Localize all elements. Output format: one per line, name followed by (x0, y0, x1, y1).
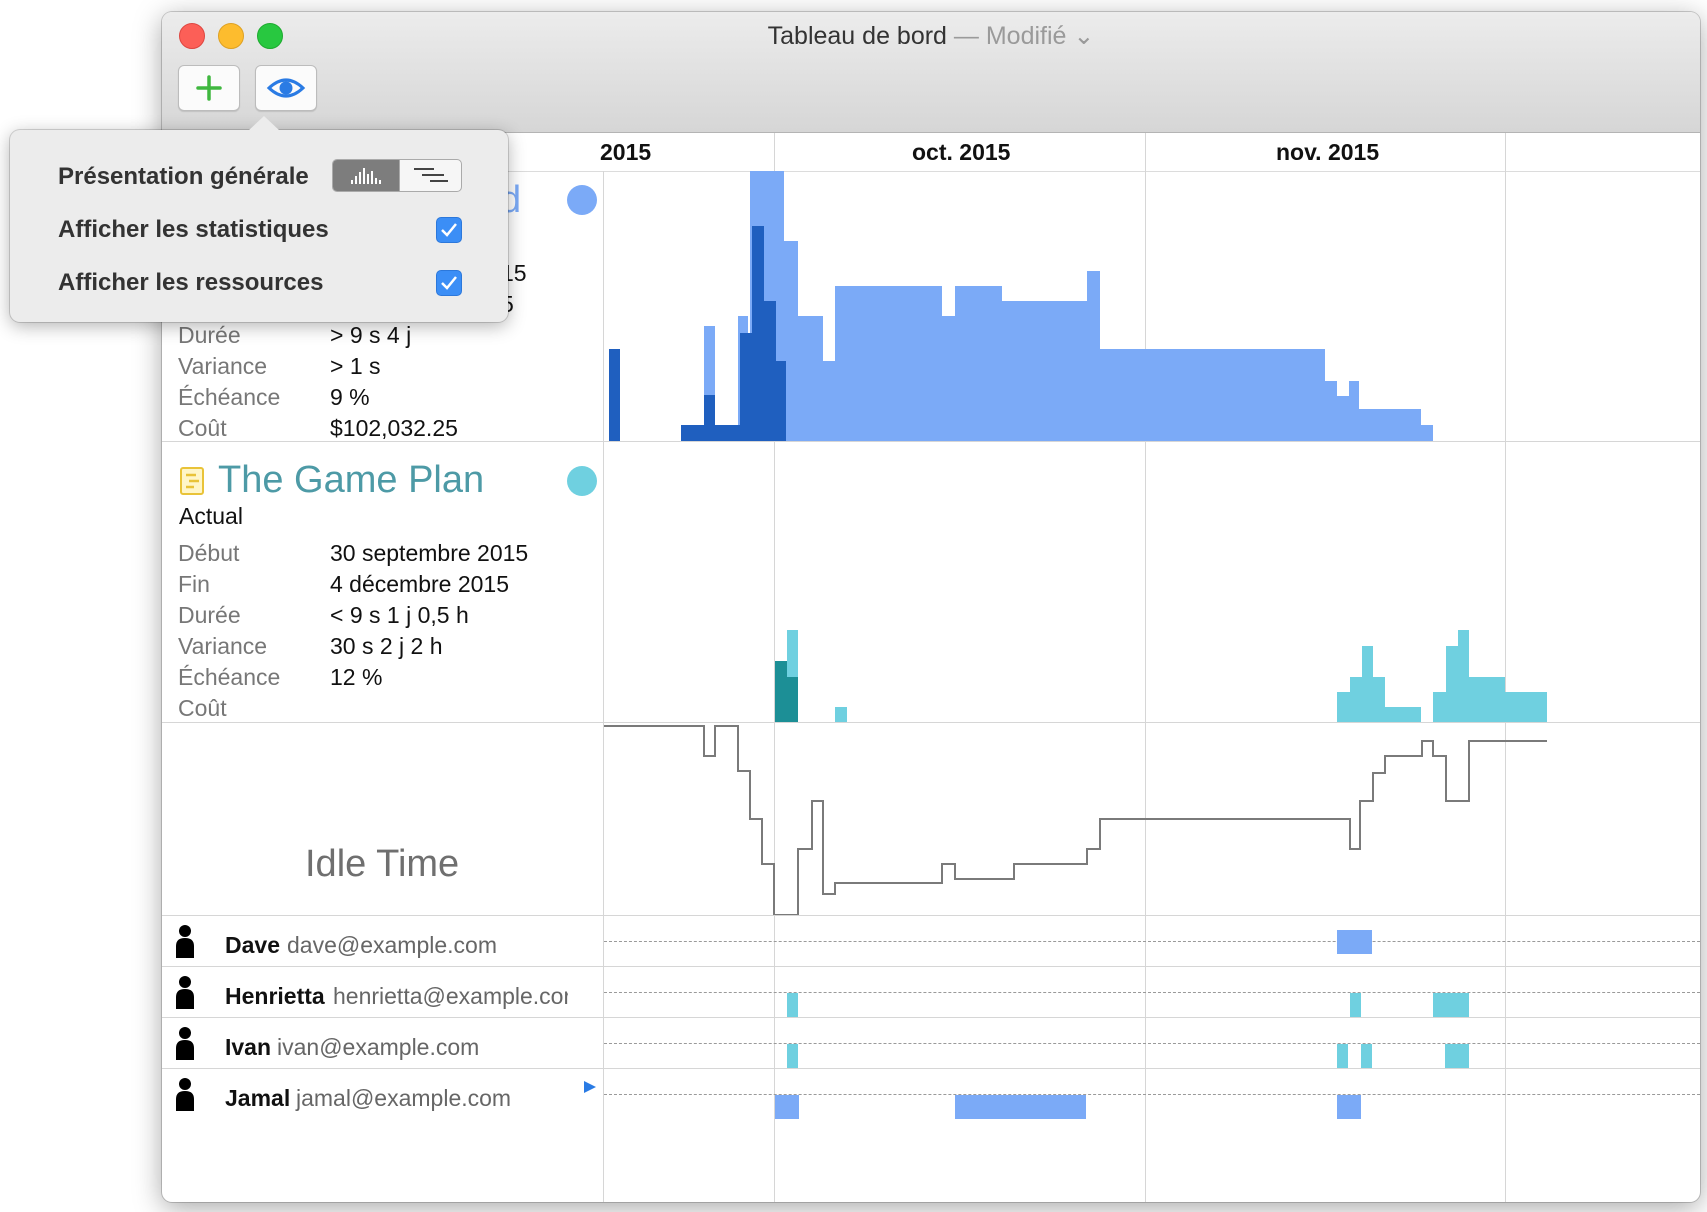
titlebar: Tableau de bord — Modifié ⌄ (162, 12, 1700, 133)
assignment-bar[interactable] (787, 1044, 798, 1068)
project2-stat-label: Début (178, 540, 240, 566)
person-icon (176, 1027, 194, 1060)
project2-stat-value: 30 septembre 2015 (330, 540, 529, 566)
project1-histogram (609, 171, 1433, 441)
assignment-bar[interactable] (775, 1095, 799, 1119)
overview-label: Présentation générale (58, 163, 309, 190)
assignment-bar[interactable] (787, 993, 798, 1017)
resource-timeline (604, 1094, 1700, 1095)
project2-stat-label: Durée (178, 602, 241, 628)
idle-time-chart (604, 725, 1547, 915)
project1-stat-label: Durée (178, 322, 241, 348)
project2-stat-value: < 9 s 1 j 0,5 h (330, 602, 469, 628)
month-label: oct. 2015 (912, 139, 1011, 165)
project1-stat-value: > 1 s (330, 353, 381, 379)
project2-stat-value: 4 décembre 2015 (330, 571, 510, 597)
project1-stat-label: Variance (178, 353, 268, 379)
project1-stat-label: Échéance (178, 384, 281, 410)
resource-timeline (604, 992, 1700, 993)
histogram-segment[interactable] (333, 160, 399, 191)
popover-arrow (248, 116, 280, 131)
assignment-bar[interactable] (1337, 1044, 1348, 1068)
project2-stat-value: 30 s 2 j 2 h (330, 633, 443, 659)
month-label: 2015 (600, 139, 652, 165)
resource-name: Jamal (225, 1085, 291, 1111)
project1-color-dot[interactable] (567, 185, 597, 215)
project2-stat-label: Variance (178, 633, 268, 659)
resource-email: dave@example.com (287, 932, 497, 958)
checkmark-icon (441, 276, 457, 290)
resource-email: ivan@example.com (277, 1034, 480, 1060)
resource-email: jamal@example.com (296, 1085, 512, 1111)
checkmark-icon (441, 223, 457, 237)
person-icon (176, 976, 194, 1009)
histogram-icon (351, 168, 381, 184)
project2-histogram (775, 630, 1547, 722)
project1-stat-value: $102,032.25 (330, 415, 458, 441)
assignment-bar[interactable] (1337, 1095, 1361, 1119)
month-label: nov. 2015 (1276, 139, 1380, 165)
section-divider (162, 915, 1700, 916)
project2-color-dot[interactable] (567, 466, 597, 496)
eye-icon (266, 78, 306, 98)
row-divider (162, 1017, 1700, 1018)
assignment-bar[interactable] (1445, 1044, 1469, 1068)
document-name: Tableau de bord (767, 22, 947, 50)
show-statistics-checkbox[interactable] (436, 217, 462, 243)
project1-bars-light (704, 171, 1433, 441)
resource-name: Dave (225, 932, 280, 958)
project2-subtitle: Actual (179, 503, 243, 529)
person-icon (176, 925, 194, 958)
assignment-bar[interactable] (1361, 1044, 1372, 1068)
add-button[interactable] (178, 65, 240, 111)
project1-bars-dark (609, 226, 786, 441)
project2-stat-label: Coût (178, 695, 227, 721)
row-divider (162, 1068, 1700, 1069)
assignment-bar[interactable] (955, 1095, 1086, 1119)
overview-segmented-control[interactable] (332, 159, 462, 192)
show-resources-label: Afficher les ressources (58, 269, 324, 296)
project2-title: The Game Plan (218, 459, 485, 501)
resource-timeline (604, 941, 1700, 942)
gantt-segment[interactable] (400, 160, 461, 191)
idle-time-label: Idle Time (305, 843, 460, 885)
document-status[interactable]: — Modifié (954, 22, 1067, 50)
row-divider (162, 966, 1700, 967)
project2-stat-label: Fin (178, 571, 210, 597)
show-resources-checkbox[interactable] (436, 270, 462, 296)
project1-stat-label: Coût (178, 415, 227, 441)
resource-timeline (604, 1043, 1700, 1044)
resource-name: Henrietta (225, 983, 325, 1009)
view-options-button[interactable] (255, 65, 317, 111)
play-triangle-icon[interactable] (582, 1079, 598, 1095)
project1-stat-value: 9 % (330, 384, 370, 410)
project2-bars-light (787, 630, 1547, 722)
gantt-bars-icon (414, 168, 448, 182)
chevron-down-icon[interactable]: ⌄ (1073, 22, 1094, 50)
window-title: Tableau de bord — Modifié ⌄ (162, 21, 1700, 51)
resource-email: henrietta@example.cor (333, 983, 568, 1009)
project2-stat-value: 12 % (330, 664, 383, 690)
assignment-bar[interactable] (1433, 993, 1469, 1017)
assignment-bar[interactable] (1350, 993, 1361, 1017)
show-statistics-label: Afficher les statistiques (58, 216, 329, 243)
assignment-bar[interactable] (1337, 930, 1372, 954)
project1-stat-value: > 9 s 4 j (330, 322, 412, 348)
resource-name: Ivan (225, 1034, 272, 1060)
project2-stat-label: Échéance (178, 664, 281, 690)
view-options-popover: Présentation générale Afficher les stati… (10, 116, 508, 322)
person-icon (176, 1078, 194, 1111)
plus-icon (196, 75, 222, 101)
project-file-icon (180, 467, 204, 495)
